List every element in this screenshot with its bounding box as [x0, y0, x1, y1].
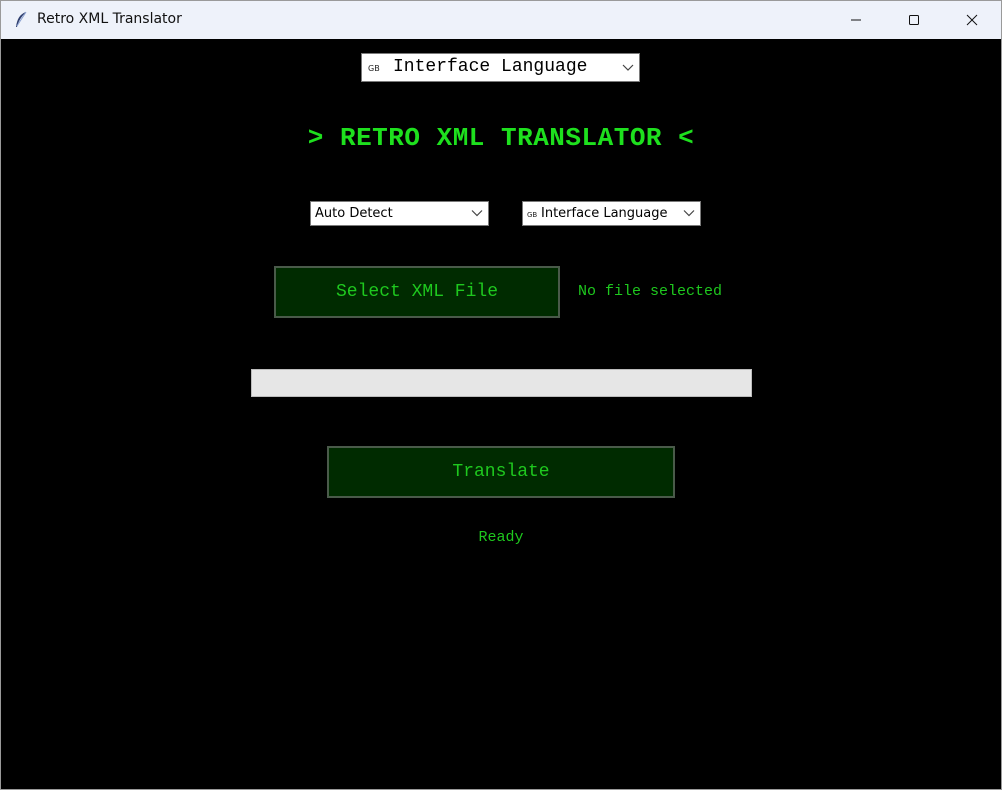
maximize-button[interactable]	[885, 1, 943, 39]
gb-flag-icon: GB	[368, 64, 380, 73]
translate-button[interactable]: Translate	[327, 446, 675, 498]
translation-progress-bar	[251, 369, 752, 397]
close-button[interactable]	[943, 1, 1001, 39]
gb-flag-icon: GB	[527, 211, 538, 219]
title-bar[interactable]: Retro XML Translator	[1, 1, 1001, 39]
source-language-select[interactable]: Auto Detect	[310, 201, 489, 226]
minimize-button[interactable]	[827, 1, 885, 39]
target-language-select[interactable]: GB Interface Language	[522, 201, 701, 226]
target-language-value: Interface Language	[541, 206, 668, 221]
source-language-value: Auto Detect	[315, 206, 393, 221]
interface-language-value: Interface Language	[393, 57, 588, 77]
status-label: Ready	[478, 529, 524, 546]
chevron-down-icon	[622, 58, 634, 78]
interface-language-select[interactable]: GB Interface Language	[361, 53, 640, 82]
main-content: GB Interface Language > RETRO XML TRANSL…	[1, 39, 1001, 789]
chevron-down-icon	[471, 206, 483, 221]
app-heading: > RETRO XML TRANSLATOR <	[307, 123, 695, 153]
app-window: Retro XML Translator GB Interface Langua…	[0, 0, 1002, 790]
maximize-icon	[909, 15, 919, 25]
close-icon	[966, 14, 978, 26]
minimize-icon	[851, 19, 861, 21]
feather-icon	[13, 11, 29, 29]
select-xml-file-button[interactable]: Select XML File	[274, 266, 560, 318]
chevron-down-icon	[683, 206, 695, 221]
window-title: Retro XML Translator	[37, 11, 182, 27]
file-status-label: No file selected	[578, 283, 723, 300]
